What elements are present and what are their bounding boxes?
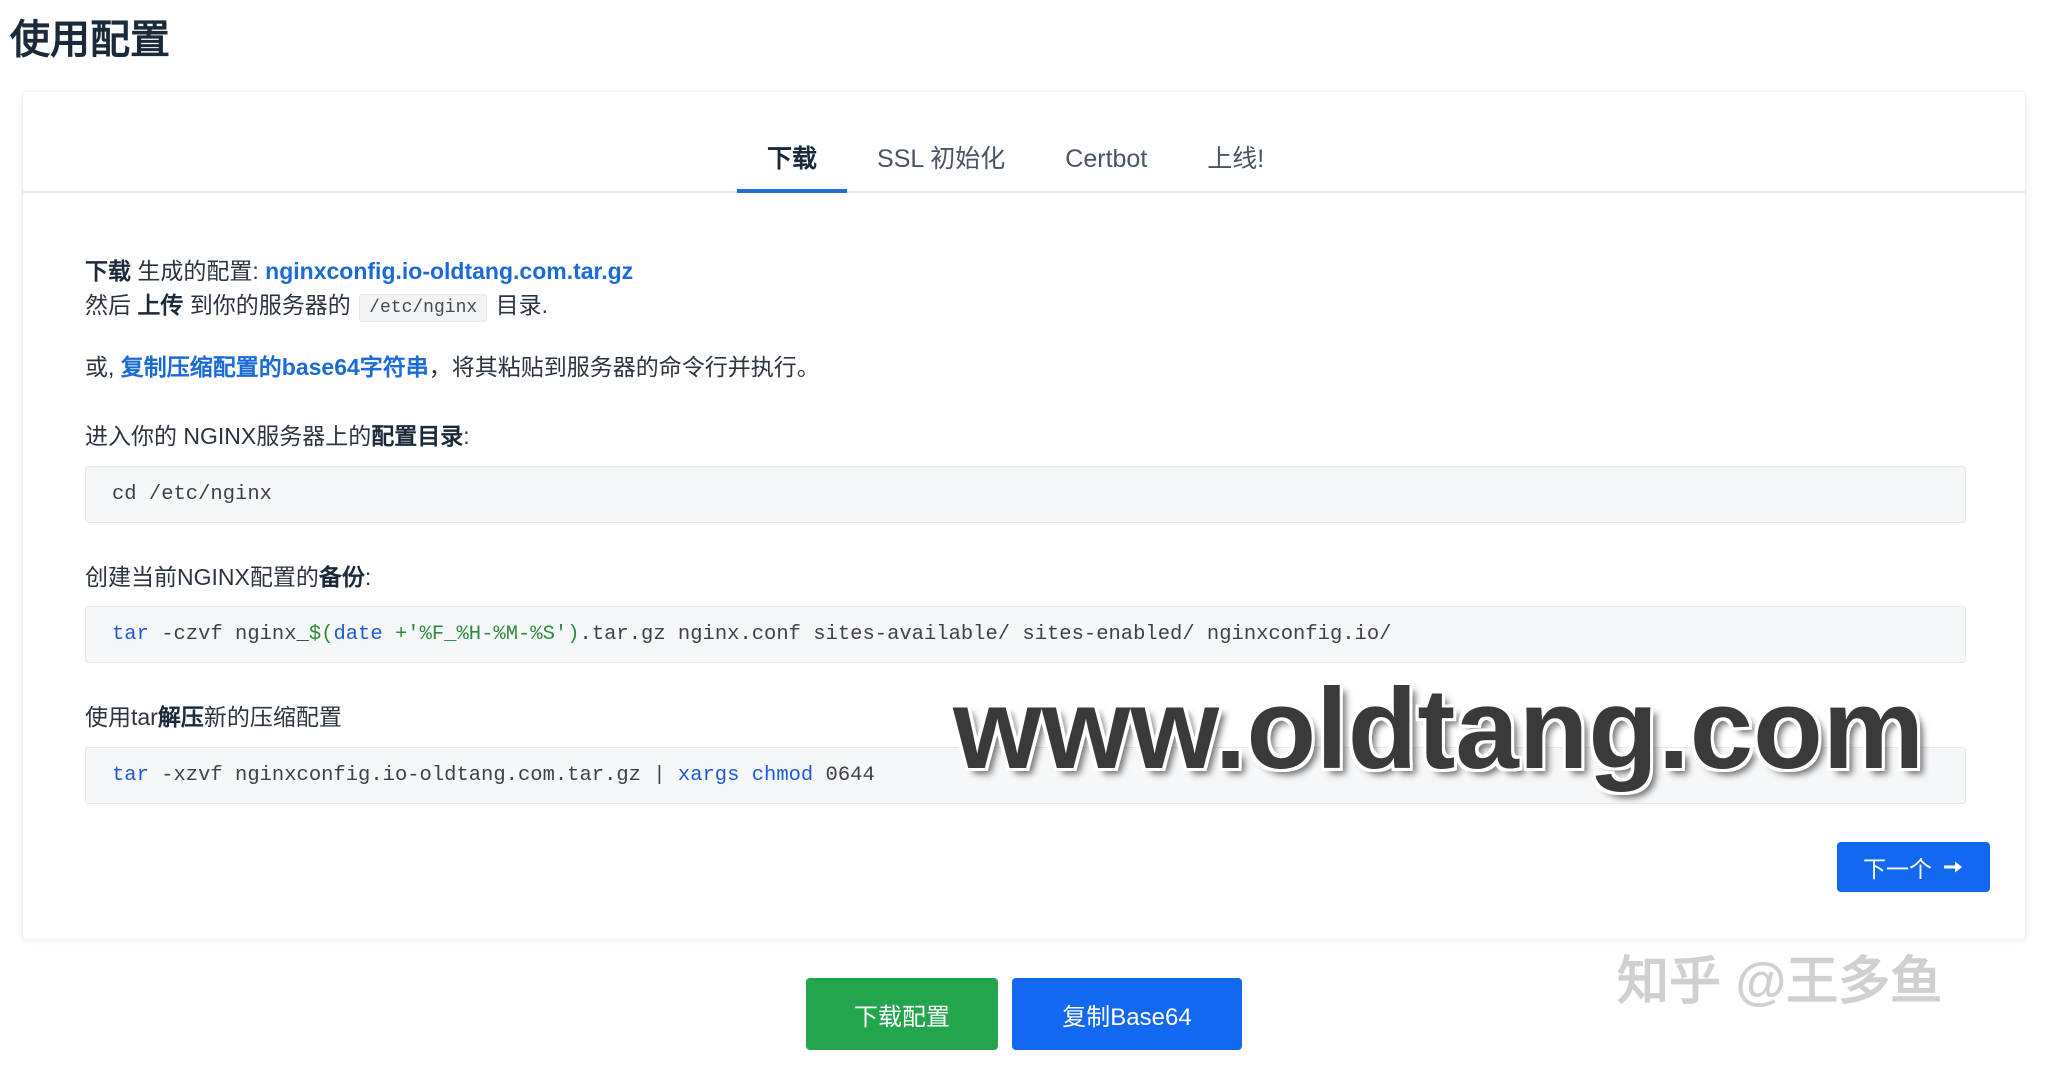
code-block-extract[interactable]: tar -xzvf nginxconfig.io-oldtang.com.tar…	[85, 747, 1966, 804]
base64-instructions: 或, 复制压缩配置的base64字符串，将其粘贴到服务器的命令行并执行。	[85, 350, 820, 384]
tab-go-live[interactable]: 上线!	[1177, 130, 1294, 193]
upload-emphasis: 上传	[137, 292, 184, 318]
tab-ssl-init[interactable]: SSL 初始化	[847, 130, 1035, 193]
code-token: tar	[112, 623, 149, 646]
code-token: -xzvf nginxconfig.io-oldtang.com.tar.gz …	[148, 764, 678, 787]
step-label-suffix: :	[463, 423, 470, 449]
upload-prefix: 然后	[85, 292, 138, 318]
step-label-text: 使用tar	[85, 704, 158, 730]
tab-certbot[interactable]: Certbot	[1035, 130, 1177, 193]
code-block-cd[interactable]: cd /etc/nginx	[85, 466, 1966, 523]
download-config-button[interactable]: 下载配置	[806, 978, 998, 1050]
code-token: cd /etc/nginx	[112, 483, 272, 506]
step-label-text: 进入你的 NGINX服务器上的	[85, 423, 372, 449]
code-token: xargs	[677, 764, 740, 787]
step-label-suffix: 新的压缩配置	[203, 704, 342, 730]
zhihu-watermark: 知乎 @王多鱼	[1617, 953, 1943, 1011]
tab-list: 下载 SSL 初始化 Certbot 上线!	[737, 130, 1294, 193]
upload-middle: 到你的服务器的	[183, 292, 358, 318]
tab-bar: 下载 SSL 初始化 Certbot 上线!	[23, 92, 2025, 193]
code-token: +'%F_%H-%M-%S')	[382, 623, 580, 646]
step-label-backup: 创建当前NGINX配置的备份:	[85, 560, 371, 594]
code-token: chmod	[739, 764, 814, 787]
download-emphasis: 下载	[85, 258, 131, 284]
download-config-link[interactable]: nginxconfig.io-oldtang.com.tar.gz	[265, 258, 633, 284]
copy-base64-button[interactable]: 复制Base64	[1012, 978, 1242, 1050]
next-button-label: 下一个	[1863, 856, 1932, 882]
tab-download[interactable]: 下载	[737, 130, 848, 193]
next-button[interactable]: 下一个	[1837, 842, 1990, 892]
step-label-extract: 使用tar解压新的压缩配置	[85, 700, 342, 734]
step-label-text: 创建当前NGINX配置的	[85, 564, 319, 590]
code-block-backup[interactable]: tar -czvf nginx_$(date +'%F_%H-%M-%S').t…	[85, 606, 1966, 663]
arrow-right-icon	[1944, 859, 1964, 875]
download-instructions: 下载 生成的配置: nginxconfig.io-oldtang.com.tar…	[85, 254, 633, 322]
step-label-suffix: :	[364, 564, 372, 590]
code-token: -czvf nginx_	[148, 623, 309, 646]
base64-suffix: ，将其粘贴到服务器的命令行并执行。	[428, 354, 820, 380]
step-label-config-dir: 进入你的 NGINX服务器上的配置目录:	[85, 419, 470, 453]
page-title: 使用配置	[10, 18, 170, 62]
download-text: 生成的配置:	[131, 258, 266, 284]
nginx-dir-code: /etc/nginx	[359, 294, 488, 322]
config-card: 下载 SSL 初始化 Certbot 上线! 下载 生成的配置: nginxco…	[22, 91, 2026, 940]
code-token: date	[333, 623, 383, 646]
base64-prefix: 或,	[85, 354, 121, 380]
step-label-emphasis: 备份	[318, 564, 365, 590]
step-label-emphasis: 配置目录	[371, 423, 464, 449]
copy-base64-link[interactable]: 复制压缩配置的base64字符串	[121, 354, 429, 380]
step-label-emphasis: 解压	[157, 704, 204, 730]
code-token: tar	[112, 764, 149, 787]
code-token: .tar.gz nginx.conf sites-available/ site…	[579, 623, 1392, 646]
code-token: 0644	[813, 764, 875, 787]
upload-suffix: 目录.	[489, 292, 548, 318]
code-token: $(	[308, 623, 334, 646]
